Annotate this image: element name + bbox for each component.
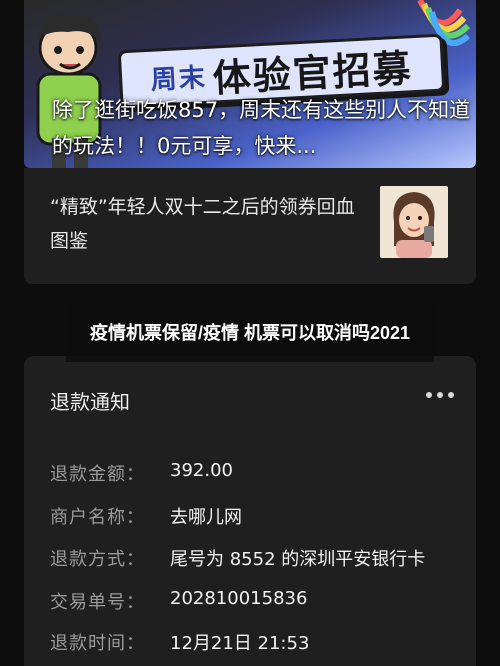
merchant-value: 去哪儿网	[170, 507, 242, 528]
girl-illustration-icon	[380, 186, 448, 258]
banner-caption[interactable]: 除了逛街吃饭857，周末还有这些别人不知道的玩法！！0元可享，快来...	[52, 92, 472, 164]
refund-amount-row: 退款金额： 392.00	[50, 460, 456, 485]
article-thumbnail[interactable]	[380, 186, 448, 258]
banner-art-title-small: 周末	[150, 62, 208, 96]
refund-notification-card[interactable]: 退款通知 退款金额： 392.00 商户名称： 去哪儿网 退款方式： 尾号为 8…	[24, 356, 476, 666]
transaction-number-value: 202810015836	[170, 588, 308, 609]
refund-method-row: 退款方式： 尾号为 8552 的深圳平安银行卡	[50, 545, 456, 570]
refund-method-value: 尾号为 8552 的深圳平安银行卡	[170, 549, 426, 570]
refund-amount-label: 退款金额：	[50, 464, 145, 485]
dot-icon	[437, 392, 443, 398]
refund-amount-value: 392.00	[170, 460, 233, 481]
refund-time-row: 退款时间： 12月21日 21:53	[50, 629, 456, 654]
refund-time-value: 12月21日 21:53	[170, 633, 310, 654]
promo-banner[interactable]: 周末 体验官招募 除了逛街吃饭857，周末还有这些别人不知道的玩法！！0元可享，…	[24, 0, 476, 168]
refund-time-label: 退款时间：	[50, 633, 145, 654]
transaction-number-row: 交易单号： 202810015836	[50, 588, 456, 613]
merchant-label: 商户名称：	[50, 507, 145, 528]
more-dots-icon[interactable]	[426, 392, 454, 398]
refund-header: 退款通知	[50, 390, 130, 414]
dot-icon	[426, 392, 432, 398]
article-list-item[interactable]: “精致”年轻人双十二之后的领券回血图鉴	[24, 168, 476, 284]
refund-method-label: 退款方式：	[50, 549, 145, 570]
merchant-row: 商户名称： 去哪儿网	[50, 503, 456, 528]
article-title[interactable]: “精致”年轻人双十二之后的领券回血图鉴	[50, 190, 370, 258]
overlay-title: 疫情机票保留/疫情 机票可以取消吗2021	[66, 304, 434, 362]
transaction-number-label: 交易单号：	[50, 592, 145, 613]
dot-icon	[448, 392, 454, 398]
